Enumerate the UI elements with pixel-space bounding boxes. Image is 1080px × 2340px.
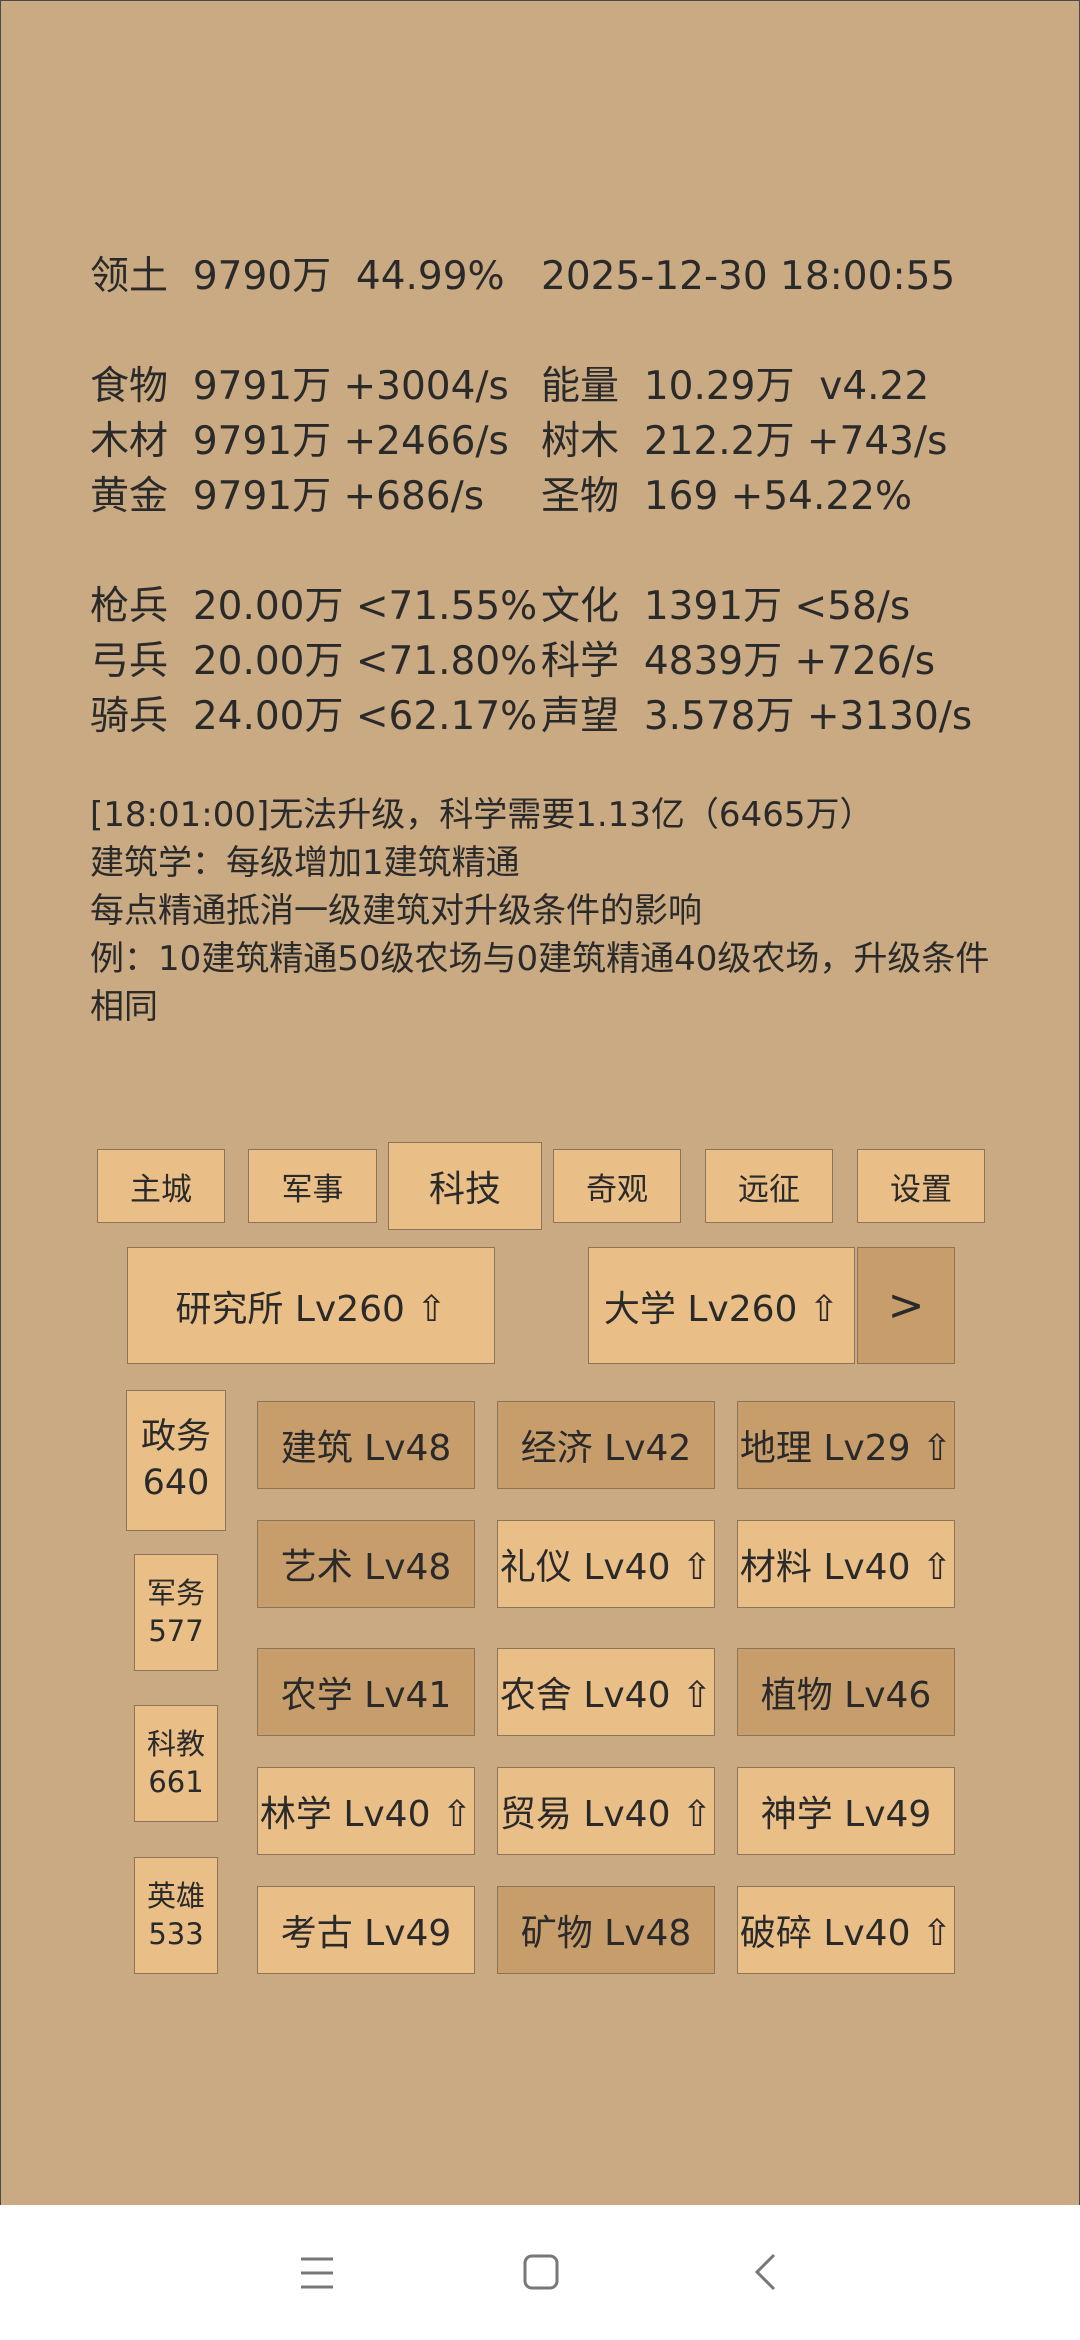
stat-value: 4839万 +726/s [643,639,936,684]
tab-military[interactable]: 军事 [248,1149,377,1223]
category-military-affairs[interactable]: 军务 577 [134,1554,218,1671]
stat-prestige: 声望 3.578万 +3130/s [541,693,972,741]
stat-value: 1391万 <58/s [643,584,911,629]
resource-value: 9791万 +2466/s [192,419,509,464]
message-log: [18:01:00]无法升级，科学需要1.13亿（6465万） 建筑学：每级增加… [90,791,990,1031]
tab-main-city[interactable]: 主城 [97,1149,225,1223]
home-square-icon[interactable] [522,2253,560,2291]
military-archers: 弓兵 20.00万 <71.80% [90,638,537,686]
military-spearmen: 枪兵 20.00万 <71.55% [90,583,537,631]
tech-farmhouse[interactable]: 农舍 Lv40 ⇧ [497,1648,715,1736]
menu-icon[interactable] [298,2255,336,2291]
message-line: 例：10建筑精通50级农场与0建筑精通40级农场，升级条件相同 [90,939,990,1027]
resource-value: 9791万 +686/s [192,474,485,519]
tech-architecture[interactable]: 建筑 Lv48 [257,1401,475,1489]
resource-trees: 树木 212.2万 +743/s [541,418,947,466]
military-value: 24.00万 <62.17% [192,694,538,739]
category-name: 政务 [140,1417,211,1457]
resource-value: 10.29万 v4.22 [643,364,930,409]
tech-minerals[interactable]: 矿物 Lv48 [497,1886,715,1974]
resource-label: 木材 [90,419,169,464]
military-label: 骑兵 [90,694,169,739]
resource-food: 食物 9791万 +3004/s [90,363,509,411]
tech-materials[interactable]: 材料 Lv40 ⇧ [737,1520,955,1608]
tab-technology[interactable]: 科技 [388,1142,542,1230]
territory-value: 9790万 [192,254,332,299]
tech-theology[interactable]: 神学 Lv49 [737,1767,955,1855]
resource-label: 圣物 [541,474,620,519]
military-value: 20.00万 <71.80% [192,639,538,684]
tab-wonders[interactable]: 奇观 [553,1149,681,1223]
datetime: 2025-12-30 18:00:55 [541,254,956,299]
resource-label: 食物 [90,364,169,409]
territory-label: 领土 [90,254,169,299]
resource-label: 树木 [541,419,620,464]
category-name: 科教 [146,1726,205,1761]
tech-archaeology[interactable]: 考古 Lv49 [257,1886,475,1974]
territory-percent: 44.99% [355,254,505,299]
resource-value: 169 +54.22% [643,474,913,519]
category-name: 军务 [146,1575,205,1610]
tech-etiquette[interactable]: 礼仪 Lv40 ⇧ [497,1520,715,1608]
stat-culture: 文化 1391万 <58/s [541,583,910,631]
category-count: 533 [148,1916,204,1951]
category-politics[interactable]: 政务 640 [126,1390,226,1531]
category-science-education[interactable]: 科教 661 [134,1705,218,1822]
message-line: [18:01:00]无法升级，科学需要1.13亿（6465万） [90,795,874,835]
back-chevron-icon[interactable] [752,2252,778,2292]
resource-value: 9791万 +3004/s [192,364,509,409]
military-cavalry: 骑兵 24.00万 <62.17% [90,693,537,741]
category-count: 661 [148,1764,204,1799]
research-institute-button[interactable]: 研究所 Lv260 ⇧ [127,1247,495,1364]
resource-wood: 木材 9791万 +2466/s [90,418,509,466]
stat-label: 声望 [541,694,620,739]
category-count: 577 [148,1613,204,1648]
military-value: 20.00万 <71.55% [192,584,538,629]
military-label: 弓兵 [90,639,169,684]
university-button[interactable]: 大学 Lv260 ⇧ [588,1247,855,1364]
message-line: 每点精通抵消一级建筑对升级条件的影响 [90,891,702,931]
tech-botany[interactable]: 植物 Lv46 [737,1648,955,1736]
stat-value: 3.578万 +3130/s [643,694,973,739]
resource-relics: 圣物 169 +54.22% [541,473,912,521]
system-navigation-bar [0,2205,1080,2340]
tech-crushing[interactable]: 破碎 Lv40 ⇧ [737,1886,955,1974]
resource-label: 黄金 [90,474,169,519]
tab-expedition[interactable]: 远征 [705,1149,833,1223]
tech-geography[interactable]: 地理 Lv29 ⇧ [737,1401,955,1489]
message-line: 建筑学：每级增加1建筑精通 [90,843,520,883]
game-panel: 领土 9790万 44.99% 2025-12-30 18:00:55 食物 9… [0,0,1080,2206]
stat-label: 文化 [541,584,620,629]
tech-trade[interactable]: 贸易 Lv40 ⇧ [497,1767,715,1855]
category-count: 640 [142,1462,210,1503]
resource-gold: 黄金 9791万 +686/s [90,473,484,521]
resource-value: 212.2万 +743/s [643,419,948,464]
tech-forestry[interactable]: 林学 Lv40 ⇧ [257,1767,475,1855]
resource-label: 能量 [541,364,620,409]
tech-economy[interactable]: 经济 Lv42 [497,1401,715,1489]
territory-stat: 领土 9790万 44.99% [90,253,505,301]
tech-art[interactable]: 艺术 Lv48 [257,1520,475,1608]
tab-settings[interactable]: 设置 [857,1149,985,1223]
stat-label: 科学 [541,639,620,684]
category-heroes[interactable]: 英雄 533 [134,1857,218,1974]
stat-science: 科学 4839万 +726/s [541,638,935,686]
military-label: 枪兵 [90,584,169,629]
category-name: 英雄 [146,1878,205,1913]
resource-energy: 能量 10.29万 v4.22 [541,363,929,411]
tech-agronomy[interactable]: 农学 Lv41 [257,1648,475,1736]
next-button[interactable]: > [857,1247,955,1364]
